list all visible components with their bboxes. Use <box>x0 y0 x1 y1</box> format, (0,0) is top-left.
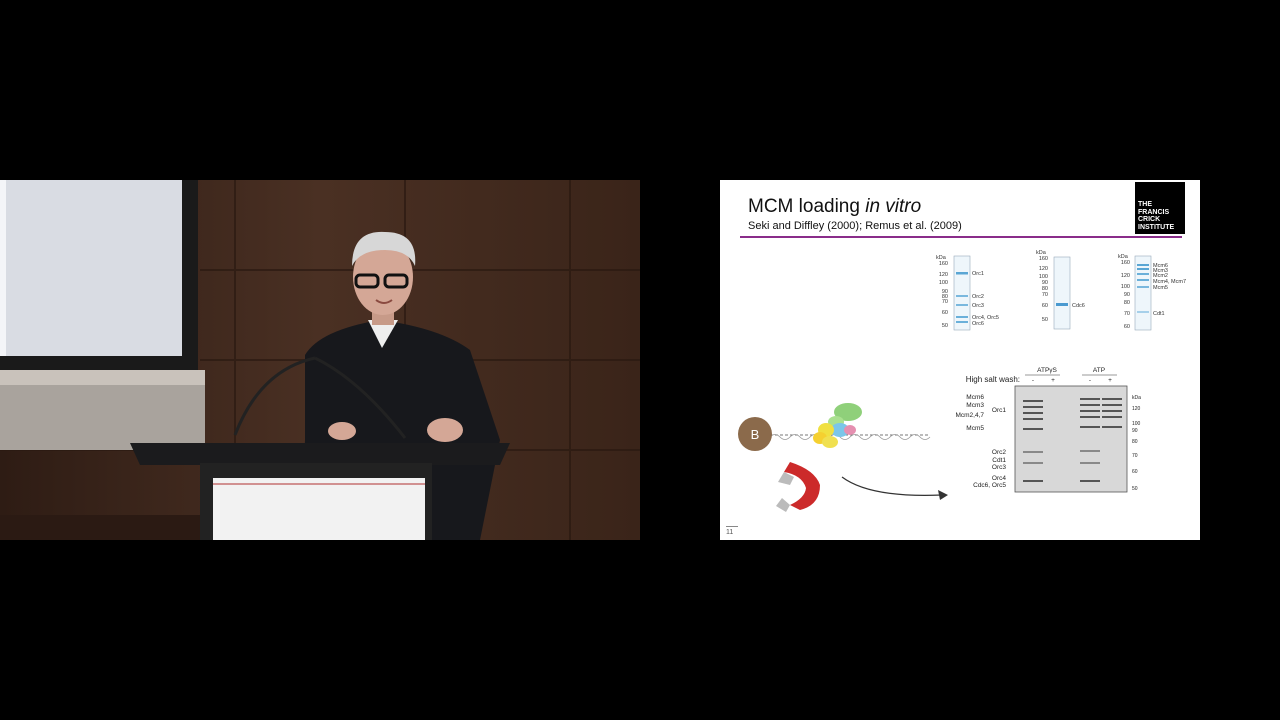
marker-label: 160 <box>939 261 948 267</box>
band-label: Cdt1 <box>1153 311 1165 317</box>
arrow-head <box>938 490 948 500</box>
gel-lane <box>1053 256 1071 330</box>
marker-label: 80 <box>1124 300 1130 306</box>
marker-label: 70 <box>942 299 948 305</box>
marker-label: 70 <box>1042 292 1048 298</box>
marker-label: 120 <box>1039 266 1048 272</box>
gel-lane <box>1134 255 1152 331</box>
lane-plus: + <box>1108 377 1112 384</box>
band-label: Mcm6 <box>966 394 984 401</box>
lane-minus: - <box>1089 377 1091 384</box>
marker-label: 60 <box>1132 469 1138 475</box>
marker-label: 50 <box>1132 486 1138 492</box>
band-label: Orc6 <box>972 321 984 327</box>
gel-band <box>956 321 968 323</box>
speaker-scene <box>0 180 640 540</box>
marker-label: 80 <box>1132 439 1138 445</box>
arrow <box>841 476 943 496</box>
marker-label: 60 <box>1124 324 1130 330</box>
slide-figure: kDa 160 120 100 90 80 70 60 50 Orc1 Orc2… <box>738 250 1186 512</box>
presentation-slide: MCM loading in vitro Seki and Diffley (2… <box>720 180 1200 540</box>
band-label: Mcm3 <box>966 402 984 409</box>
gel-band <box>956 316 968 318</box>
band-label: Cdc6 <box>1072 303 1085 309</box>
gel-band <box>1137 273 1149 275</box>
marker-label: 120 <box>1132 406 1141 412</box>
band-label: Orc4 <box>992 475 1006 482</box>
lane-minus: - <box>1032 377 1034 384</box>
gel-band <box>956 304 968 306</box>
marker-label: 70 <box>1124 311 1130 317</box>
band-label: Orc2 <box>972 294 984 300</box>
wash-label: High salt wash: <box>966 375 1020 384</box>
marker-label: 160 <box>1039 256 1048 262</box>
band-label: Mcm2,4,7 <box>955 412 984 419</box>
speaker-video <box>0 180 640 540</box>
marker-label: 120 <box>939 272 948 278</box>
marker-label: 120 <box>1121 273 1130 279</box>
magnet-icon <box>776 462 820 512</box>
lane-plus: + <box>1051 377 1055 384</box>
band-label: Orc1 <box>972 271 984 277</box>
gel-band <box>1137 279 1149 281</box>
band-label: Orc1 <box>992 407 1006 414</box>
band-label: Orc3 <box>992 464 1006 471</box>
gel-band <box>1137 286 1149 288</box>
assay-gel: ATPγS ATP High salt wash: - + - + Mcm6 M… <box>955 367 1141 493</box>
gel-band <box>956 295 968 297</box>
condition-label-atp: ATP <box>1093 367 1105 374</box>
band-label: Cdt1 <box>992 457 1006 464</box>
marker-label: 50 <box>1042 317 1048 323</box>
orc-complex <box>813 403 862 448</box>
band-label: Mcm5 <box>966 425 984 432</box>
gel-band <box>1137 264 1149 266</box>
marker-label: 70 <box>1132 453 1138 459</box>
assay-schematic: B <box>738 403 948 512</box>
gel-band <box>956 272 968 275</box>
condition-label-atpgs: ATPγS <box>1037 367 1057 374</box>
marker-label: 60 <box>1042 303 1048 309</box>
band-label: Mcm5 <box>1153 285 1168 291</box>
band-label: Orc2 <box>992 449 1006 456</box>
slide-page-number: 11 <box>726 526 739 536</box>
gel-band <box>1137 311 1149 313</box>
gel-cdc6: kDa 160 120 100 90 80 70 60 50 Cdc6 <box>1036 250 1085 330</box>
band-label: Orc3 <box>972 303 984 309</box>
marker-label: 100 <box>1132 421 1141 427</box>
band-label: Cdc6, Orc5 <box>973 482 1006 489</box>
gel-mcm: kDa 160 120 100 90 80 70 60 Mcm6 Mcm3 Mc… <box>1118 254 1186 331</box>
gel-band <box>1137 268 1149 270</box>
gel-unit-label: kDa <box>1132 395 1141 401</box>
marker-label: 100 <box>1121 284 1130 290</box>
gel-band <box>1056 303 1068 306</box>
gel-lane <box>953 255 971 331</box>
marker-label: 50 <box>942 323 948 329</box>
marker-label: 90 <box>1124 292 1130 298</box>
marker-label: 100 <box>939 280 948 286</box>
gel-orc: kDa 160 120 100 90 80 70 60 50 Orc1 Orc2… <box>936 255 999 331</box>
bead-label: B <box>751 427 760 442</box>
marker-label: 160 <box>1121 260 1130 266</box>
marker-label: 90 <box>1132 428 1138 434</box>
marker-label: 60 <box>942 310 948 316</box>
